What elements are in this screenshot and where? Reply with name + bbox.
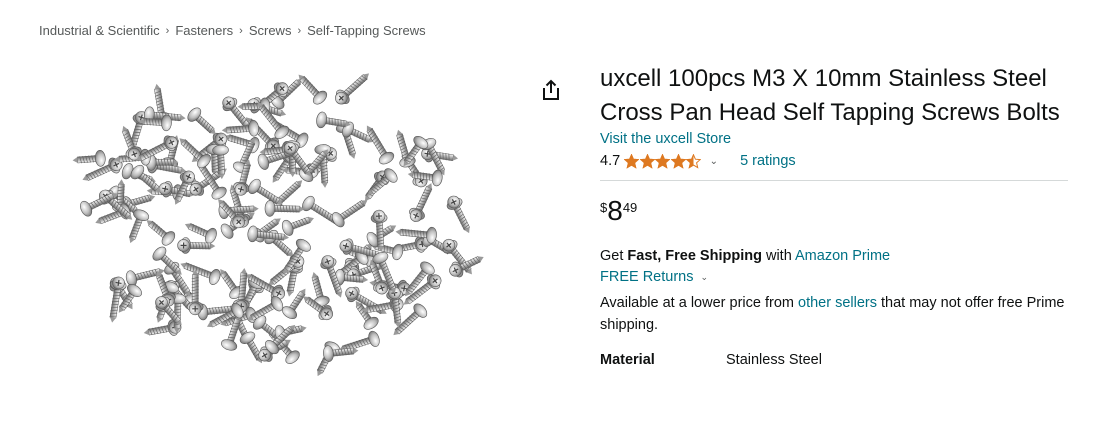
breadcrumb-item-screws[interactable]: Screws: [249, 23, 292, 38]
amazon-prime-link[interactable]: Amazon Prime: [795, 248, 890, 264]
screw: [72, 150, 106, 167]
ratings-count-link[interactable]: 5 ratings: [740, 153, 796, 169]
price-fraction: 49: [622, 200, 638, 215]
screw: [366, 125, 395, 165]
product-title: uxcell 100pcs M3 X 10mm Stainless Steel …: [600, 65, 1060, 126]
store-link[interactable]: Visit the uxcell Store: [600, 131, 1068, 147]
product-details: uxcell 100pcs M3 X 10mm Stainless Steel …: [600, 62, 1068, 368]
shipping-middle: with: [761, 248, 795, 264]
rating-row: 4.7 ⌄ 5 ratings: [600, 150, 1068, 172]
screw: [281, 216, 314, 236]
breadcrumb-separator: ›: [297, 24, 302, 37]
screw: [446, 195, 470, 234]
price: $ 8 49: [600, 197, 1068, 227]
star-icon: [655, 153, 671, 169]
shipping-info: Get Fast, Free Shipping with Amazon Prim…: [600, 246, 1068, 267]
star-icon: [686, 153, 702, 169]
chevron-down-icon[interactable]: ⌄: [710, 156, 718, 167]
shipping-bold: Fast, Free Shipping: [627, 248, 762, 264]
breadcrumb-separator: ›: [239, 24, 243, 37]
lower-price-notice: Available at a lower price from other se…: [600, 292, 1068, 336]
screw: [264, 200, 305, 217]
attribute-key: Material: [600, 352, 655, 368]
product-image-graphic: [72, 73, 484, 377]
shipping-prefix: Get: [600, 248, 628, 264]
star-icon: [639, 153, 655, 169]
share-icon[interactable]: [540, 78, 562, 102]
other-sellers-link[interactable]: other sellers: [798, 295, 877, 311]
breadcrumb-item-self-tapping-screws[interactable]: Self-Tapping Screws: [307, 23, 426, 38]
lower-price-prefix: Available at a lower price from: [600, 295, 798, 311]
breadcrumb-separator: ›: [165, 24, 170, 37]
free-returns-link[interactable]: FREE Returns ⌄: [600, 267, 1068, 288]
screw: [298, 74, 328, 105]
star-rating[interactable]: [624, 153, 702, 169]
screw: [335, 73, 370, 105]
breadcrumb-item-industrial-scientific[interactable]: Industrial & Scientific: [39, 23, 160, 38]
star-icon: [670, 153, 686, 169]
rating-value: 4.7: [600, 153, 621, 169]
free-returns-label: FREE Returns: [600, 269, 694, 285]
attribute-row-material: Material Stainless Steel: [600, 352, 1068, 368]
attribute-value: Stainless Steel: [726, 352, 822, 368]
screw-pile: [72, 73, 484, 377]
breadcrumb-item-fasteners[interactable]: Fasteners: [175, 23, 233, 38]
price-whole: 8: [607, 195, 623, 226]
breadcrumb: Industrial & Scientific › Fasteners › Sc…: [39, 23, 426, 38]
divider: [600, 180, 1068, 181]
star-icon: [624, 153, 640, 169]
product-image[interactable]: [60, 60, 520, 390]
price-symbol: $: [600, 200, 608, 215]
chevron-down-icon: ⌄: [700, 272, 709, 282]
